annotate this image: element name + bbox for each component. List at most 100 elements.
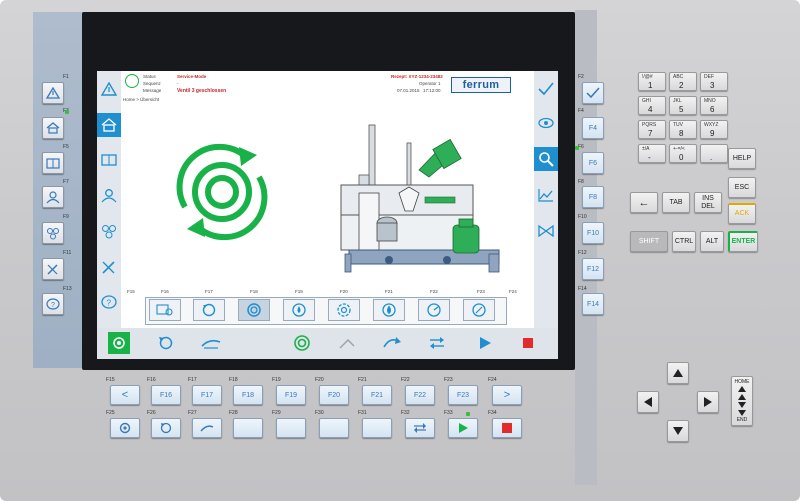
screen-fkey-f20[interactable] xyxy=(328,299,360,321)
discharge-icon[interactable] xyxy=(200,336,222,350)
left-key-modules[interactable] xyxy=(42,222,64,244)
arrow-down-key[interactable] xyxy=(667,420,689,442)
bottom-key-f16[interactable]: F16 xyxy=(151,385,181,405)
numpad-key-0[interactable]: +-=/< 0 xyxy=(669,144,697,163)
bottom-key-f34[interactable] xyxy=(492,418,522,438)
right-key-f12[interactable]: F12 xyxy=(582,258,604,280)
tools-icon xyxy=(102,260,115,274)
screen-nav-trend[interactable] xyxy=(536,185,556,205)
left-key-tools[interactable] xyxy=(42,258,64,280)
screen-nav-help[interactable]: ? xyxy=(99,292,119,312)
enter-key[interactable]: ENTER xyxy=(728,231,758,252)
arrow-left-key[interactable] xyxy=(637,391,659,413)
centrifuge-icon xyxy=(113,337,125,349)
screen-nav-view[interactable] xyxy=(536,113,556,133)
right-key-f6[interactable]: F6 xyxy=(582,152,604,174)
bottom-key-f32[interactable] xyxy=(405,418,435,438)
green-cycle-icon[interactable] xyxy=(293,334,311,352)
numpad-key-4[interactable]: GHI 4 xyxy=(638,96,666,115)
bottom-key-f21[interactable]: F21 xyxy=(362,385,392,405)
numpad-key-6[interactable]: MNO 6 xyxy=(700,96,728,115)
screen-fkey-f19[interactable] xyxy=(283,299,315,321)
screen-nav-warning[interactable] xyxy=(99,79,119,99)
play-icon[interactable] xyxy=(478,336,492,350)
right-key-f10[interactable]: F10 xyxy=(582,222,604,244)
screen-fkey-f21[interactable] xyxy=(373,299,405,321)
f-label: F25 xyxy=(106,410,115,416)
screen-fkey-label: F24 xyxy=(509,289,517,294)
bottom-key-f22[interactable]: F22 xyxy=(405,385,435,405)
screen-fkey-f23[interactable] xyxy=(463,299,495,321)
bottom-key-f33[interactable] xyxy=(448,418,478,438)
numpad-key-3[interactable]: DEF 3 xyxy=(700,72,728,91)
numpad-key-8[interactable]: TUV 8 xyxy=(669,120,697,139)
bottom-key-f17[interactable]: F17 xyxy=(192,385,222,405)
bottom-key-f15[interactable]: < xyxy=(110,385,140,405)
screen-nav-confirm[interactable] xyxy=(536,79,556,99)
f-label: F15 xyxy=(106,377,115,383)
fill-icon[interactable] xyxy=(338,336,358,350)
screen-fkey-f17[interactable] xyxy=(193,299,225,321)
arrow-right-key[interactable] xyxy=(697,391,719,413)
screen-nav-tools[interactable] xyxy=(99,257,119,277)
arrow-up-key[interactable] xyxy=(667,362,689,384)
bottom-key-f20[interactable]: F20 xyxy=(319,385,349,405)
screen-nav-home[interactable] xyxy=(97,113,121,137)
numpad-key-2[interactable]: ABC 2 xyxy=(669,72,697,91)
right-key-f14[interactable]: F14 xyxy=(582,293,604,315)
bottom-key-f29[interactable] xyxy=(276,418,306,438)
help-key[interactable]: HELP xyxy=(728,148,756,169)
esc-key[interactable]: ESC xyxy=(728,177,756,198)
breadcrumb[interactable]: Home > Übersicht xyxy=(123,97,159,102)
right-key-f2[interactable] xyxy=(582,82,604,104)
bottom-key-f25[interactable] xyxy=(110,418,140,438)
left-key-home[interactable] xyxy=(42,117,64,139)
screen-bottom-toolbar xyxy=(97,328,558,359)
left-key-warning[interactable] xyxy=(42,82,64,104)
screen-nav-user[interactable] xyxy=(99,185,119,205)
bottom-key-f28[interactable] xyxy=(233,418,263,438)
shift-key[interactable]: SHIFT xyxy=(630,231,668,252)
ctrl-key[interactable]: CTRL xyxy=(672,231,696,252)
bottom-key-f26[interactable] xyxy=(151,418,181,438)
screen-fkey-f22[interactable] xyxy=(418,299,450,321)
numpad-key--[interactable]: ±/A - xyxy=(638,144,666,163)
left-key-help[interactable]: ? xyxy=(42,293,64,315)
ins-del-key[interactable]: INS DEL xyxy=(694,192,722,213)
bottom-key-f18[interactable]: F18 xyxy=(233,385,263,405)
swap-arrows-icon[interactable] xyxy=(428,336,446,350)
bottom-key-f23[interactable]: F23 xyxy=(448,385,478,405)
numpad-key-5[interactable]: JKL 5 xyxy=(669,96,697,115)
transfer-icon[interactable] xyxy=(382,335,402,351)
screen-nav-modules[interactable] xyxy=(99,221,119,241)
left-key-user[interactable] xyxy=(42,186,64,208)
zoom-cycle-icon xyxy=(472,303,486,317)
ack-key[interactable]: ACK xyxy=(728,203,756,224)
numpad-key-1[interactable]: !/@# 1 xyxy=(638,72,666,91)
bottom-key-f27[interactable] xyxy=(192,418,222,438)
backspace-key[interactable]: ← xyxy=(630,192,658,213)
bottom-key-f30[interactable] xyxy=(319,418,349,438)
right-key-f4[interactable]: F4 xyxy=(582,117,604,139)
screen-nav-valve[interactable] xyxy=(536,221,556,241)
screen-nav-book[interactable] xyxy=(99,150,119,170)
right-key-f8[interactable]: F8 xyxy=(582,186,604,208)
numpad-key-.[interactable]: . xyxy=(700,144,728,163)
tab-key[interactable]: TAB xyxy=(662,192,690,213)
numpad-key-7[interactable]: PQRS 7 xyxy=(638,120,666,139)
screen-nav-search[interactable] xyxy=(534,147,558,171)
left-key-book[interactable] xyxy=(42,152,64,174)
numpad-key-9[interactable]: WXYZ 9 xyxy=(700,120,728,139)
screen-fkey-label: F17 xyxy=(205,289,213,294)
screen-fkey-f18[interactable] xyxy=(238,299,270,321)
bottom-key-f24[interactable]: > xyxy=(492,385,522,405)
stop-icon[interactable] xyxy=(522,337,534,349)
f-label: F34 xyxy=(488,410,497,416)
bottom-key-f19[interactable]: F19 xyxy=(276,385,306,405)
rotate-icon[interactable] xyxy=(157,335,175,351)
bottom-tool-active[interactable] xyxy=(108,332,130,354)
bottom-key-f31[interactable] xyxy=(362,418,392,438)
alt-key[interactable]: ALT xyxy=(700,231,724,252)
home-end-key[interactable]: HOME END xyxy=(731,376,753,426)
screen-fkey-f16[interactable] xyxy=(149,299,181,321)
